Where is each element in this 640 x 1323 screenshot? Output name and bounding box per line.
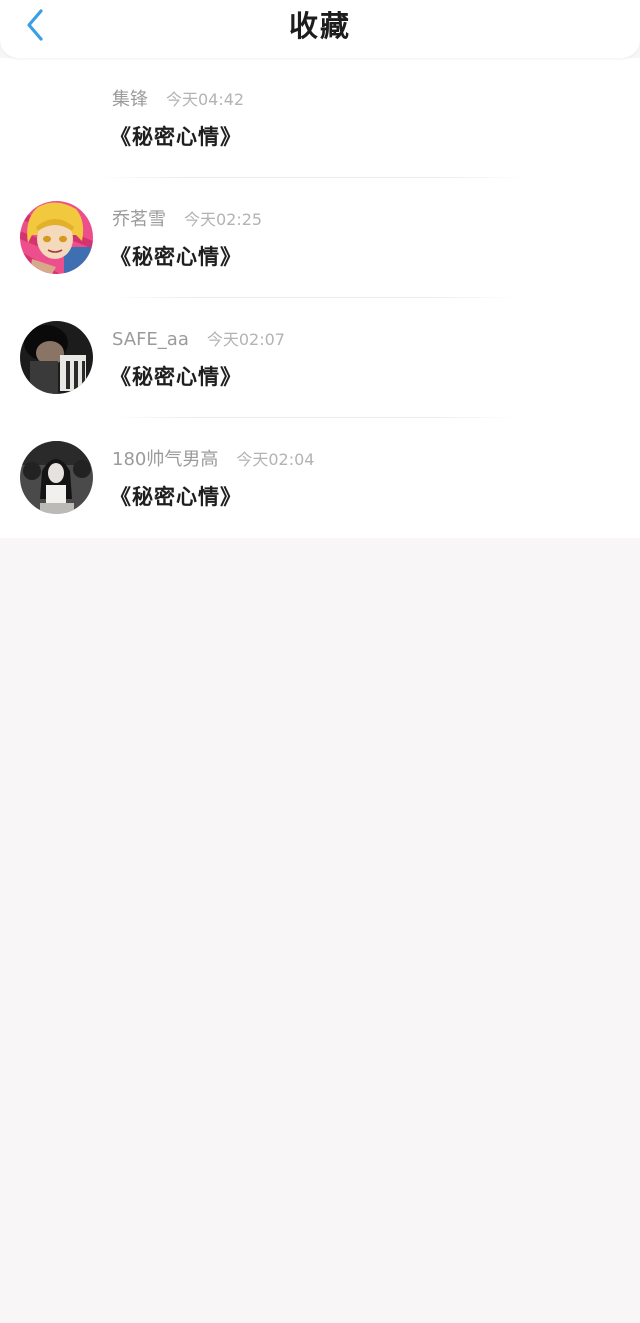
page-title: 收藏 xyxy=(288,9,351,43)
item-meta: SAFE_aa 今天02:07 xyxy=(112,328,285,352)
item-meta: 180帅气男高 今天02:04 xyxy=(112,448,314,472)
user-name[interactable]: SAFE_aa xyxy=(112,329,189,350)
post-time: 今天04:42 xyxy=(166,90,245,109)
list-item[interactable]: 集锋 今天04:42 《秘密心情》 xyxy=(0,58,640,178)
user-name[interactable]: 乔茗雪 xyxy=(112,209,166,230)
post-time: 今天02:25 xyxy=(184,210,263,229)
topic-title[interactable]: 《秘密心情》 xyxy=(110,243,242,271)
item-meta: 乔茗雪 今天02:25 xyxy=(112,208,262,232)
list-item[interactable]: SAFE_aa 今天02:07 《秘密心情》 xyxy=(0,298,640,418)
user-name[interactable]: 集锋 xyxy=(112,89,148,110)
item-meta: 集锋 今天04:42 xyxy=(112,88,244,112)
list-item[interactable]: 180帅气男高 今天02:04 《秘密心情》 xyxy=(0,418,640,538)
post-time: 今天02:04 xyxy=(236,450,315,469)
post-time: 今天02:07 xyxy=(206,330,285,349)
user-name[interactable]: 180帅气男高 xyxy=(112,449,218,470)
anime-avatar[interactable] xyxy=(20,201,93,274)
topic-title[interactable]: 《秘密心情》 xyxy=(110,363,242,391)
top-bar: 收藏 xyxy=(0,0,640,58)
topic-title[interactable]: 《秘密心情》 xyxy=(110,123,242,151)
dark-photo-avatar[interactable] xyxy=(20,321,93,394)
list-item[interactable]: 乔茗雪 今天02:25 《秘密心情》 xyxy=(0,178,640,298)
favorites-list: 集锋 今天04:42 《秘密心情》 乔茗雪 今天02:25 《秘密心情》 SAF… xyxy=(0,58,640,538)
bw-photo-avatar[interactable] xyxy=(20,441,93,514)
topic-title[interactable]: 《秘密心情》 xyxy=(110,483,242,511)
